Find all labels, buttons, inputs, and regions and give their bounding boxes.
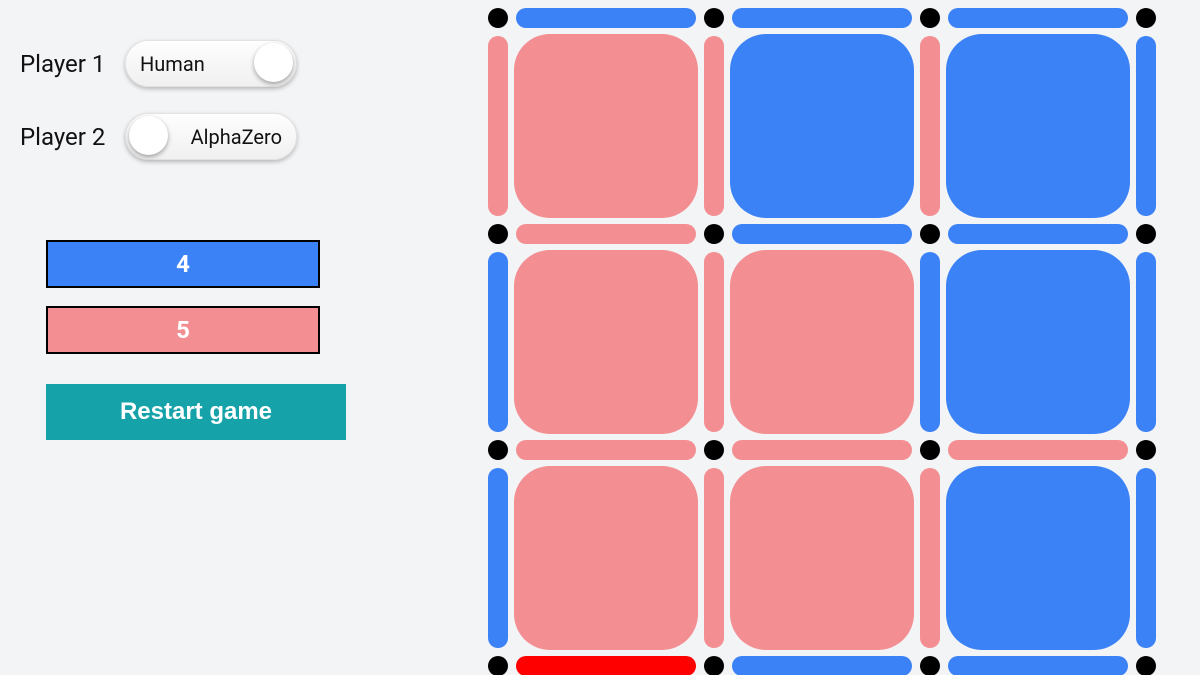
cell-0-2 bbox=[946, 34, 1130, 218]
v-edge-2-2[interactable] bbox=[920, 468, 940, 648]
dot-3-1 bbox=[704, 656, 724, 675]
cell-2-2 bbox=[946, 466, 1130, 650]
dot-1-2 bbox=[920, 224, 940, 244]
player2-toggle[interactable]: AlphaZero bbox=[125, 113, 297, 160]
player1-toggle-knob bbox=[254, 43, 293, 82]
dot-0-1 bbox=[704, 8, 724, 28]
cell-1-0 bbox=[514, 250, 698, 434]
h-edge-3-2[interactable] bbox=[948, 656, 1128, 675]
h-edge-0-0[interactable] bbox=[516, 8, 696, 28]
dot-3-3 bbox=[1136, 656, 1156, 675]
cell-0-0 bbox=[514, 34, 698, 218]
restart-button[interactable]: Restart game bbox=[46, 384, 346, 440]
player2-toggle-label: AlphaZero bbox=[191, 125, 282, 149]
dot-0-2 bbox=[920, 8, 940, 28]
score-player1: 4 bbox=[46, 240, 320, 288]
v-edge-2-0[interactable] bbox=[488, 468, 508, 648]
v-edge-1-2[interactable] bbox=[920, 252, 940, 432]
cell-0-1 bbox=[730, 34, 914, 218]
player1-label: Player 1 bbox=[20, 50, 115, 78]
h-edge-1-2[interactable] bbox=[948, 224, 1128, 244]
v-edge-2-3[interactable] bbox=[1136, 468, 1156, 648]
v-edge-1-1[interactable] bbox=[704, 252, 724, 432]
h-edge-3-1[interactable] bbox=[732, 656, 912, 675]
player1-toggle[interactable]: Human bbox=[125, 40, 297, 87]
dot-0-3 bbox=[1136, 8, 1156, 28]
dot-2-1 bbox=[704, 440, 724, 460]
v-edge-2-1[interactable] bbox=[704, 468, 724, 648]
v-edge-0-1[interactable] bbox=[704, 36, 724, 216]
dot-1-3 bbox=[1136, 224, 1156, 244]
h-edge-0-2[interactable] bbox=[948, 8, 1128, 28]
dot-1-1 bbox=[704, 224, 724, 244]
h-edge-2-1[interactable] bbox=[732, 440, 912, 460]
score-player2: 5 bbox=[46, 306, 320, 354]
dot-0-0 bbox=[488, 8, 508, 28]
h-edge-1-1[interactable] bbox=[732, 224, 912, 244]
dot-2-2 bbox=[920, 440, 940, 460]
dot-1-0 bbox=[488, 224, 508, 244]
cell-1-1 bbox=[730, 250, 914, 434]
player2-toggle-knob bbox=[129, 116, 168, 155]
v-edge-0-2[interactable] bbox=[920, 36, 940, 216]
dot-2-0 bbox=[488, 440, 508, 460]
h-edge-0-1[interactable] bbox=[732, 8, 912, 28]
v-edge-1-3[interactable] bbox=[1136, 252, 1156, 432]
dot-2-3 bbox=[1136, 440, 1156, 460]
v-edge-1-0[interactable] bbox=[488, 252, 508, 432]
v-edge-0-0[interactable] bbox=[488, 36, 508, 216]
h-edge-3-0[interactable] bbox=[516, 656, 696, 675]
h-edge-2-2[interactable] bbox=[948, 440, 1128, 460]
player1-row: Player 1 Human bbox=[20, 40, 460, 87]
player2-label: Player 2 bbox=[20, 123, 115, 151]
cell-2-0 bbox=[514, 466, 698, 650]
h-edge-1-0[interactable] bbox=[516, 224, 696, 244]
h-edge-2-0[interactable] bbox=[516, 440, 696, 460]
game-board bbox=[480, 0, 1180, 675]
v-edge-0-3[interactable] bbox=[1136, 36, 1156, 216]
dot-3-2 bbox=[920, 656, 940, 675]
dot-3-0 bbox=[488, 656, 508, 675]
cell-2-1 bbox=[730, 466, 914, 650]
control-panel: Player 1 Human Player 2 AlphaZero 4 5 Re… bbox=[0, 0, 480, 675]
cell-1-2 bbox=[946, 250, 1130, 434]
player1-toggle-label: Human bbox=[140, 52, 205, 76]
player2-row: Player 2 AlphaZero bbox=[20, 113, 460, 160]
